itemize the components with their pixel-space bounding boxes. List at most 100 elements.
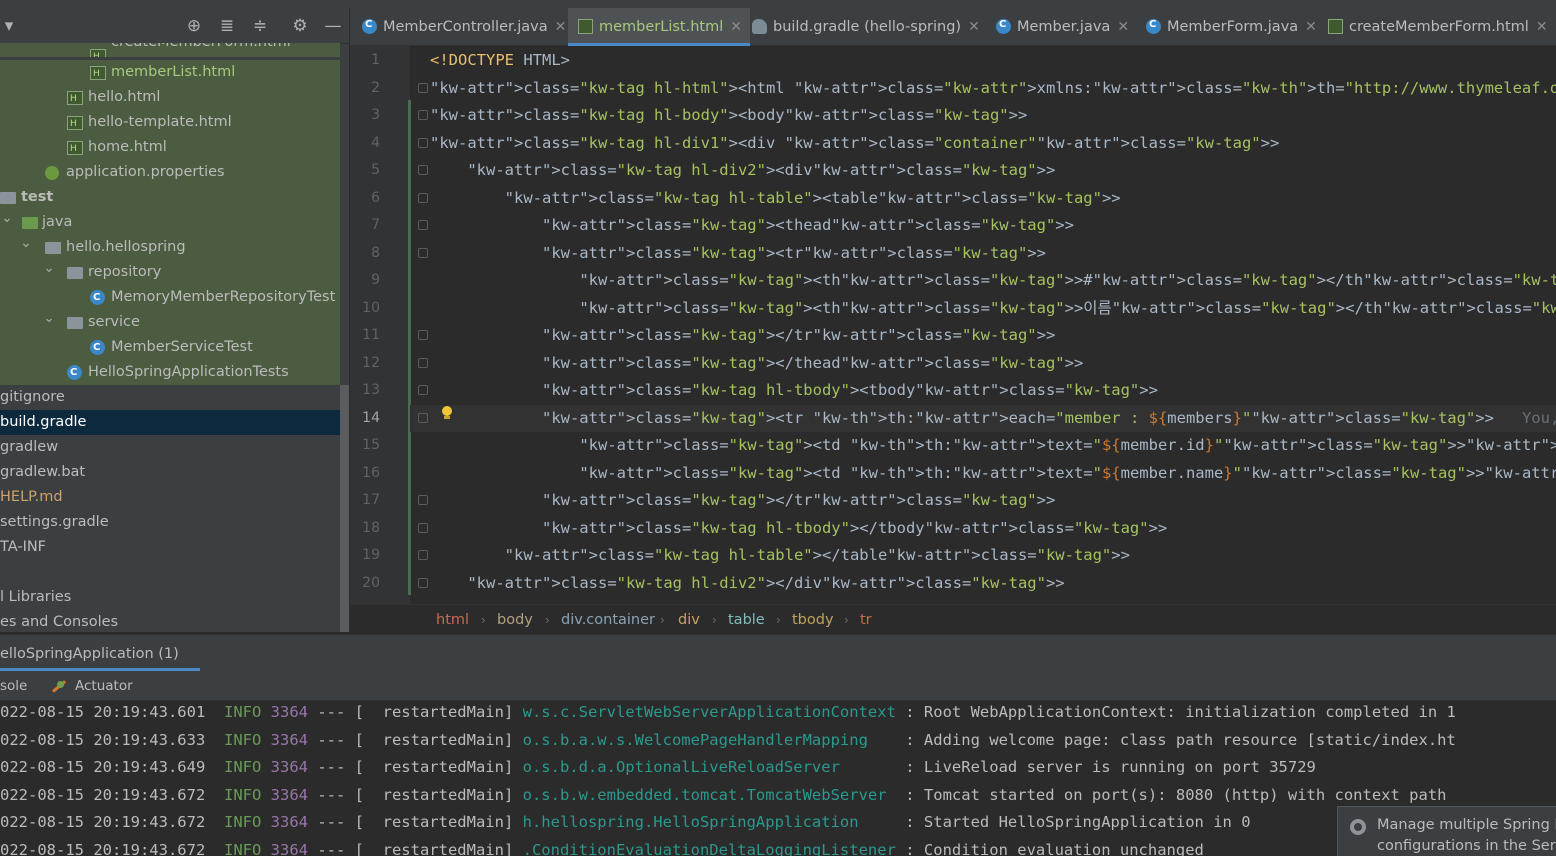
close-icon[interactable]: ✕ xyxy=(1536,19,1548,35)
tab-build-gradle-hello-spring-[interactable]: build.gradle (hello-spring) ✕ xyxy=(752,8,992,46)
chevron-right-icon: › xyxy=(776,613,781,627)
line-number-gutter: 1 2 3 4 5 6 7 8 9 10 11 12 13 14 15 16 17 18 19 20 xyxy=(350,46,410,604)
breadcrumb-item[interactable]: tr xyxy=(860,605,872,635)
fold-marker-icon[interactable] xyxy=(418,357,428,368)
tree-item-label: HelloSpringApplicationTests xyxy=(88,364,289,380)
tree-item[interactable]: MemoryMemberRepositoryTest xyxy=(0,285,340,310)
project-scrollbar[interactable] xyxy=(340,385,349,632)
chevron-down-icon[interactable]: ▾ xyxy=(0,17,18,35)
test-folder-icon xyxy=(22,217,38,229)
chevron-down-icon[interactable]: ⌄ xyxy=(0,210,14,231)
fold-marker-icon[interactable] xyxy=(418,577,428,588)
minimize-icon[interactable]: — xyxy=(324,17,342,35)
fold-marker-icon[interactable] xyxy=(418,192,428,203)
line-number: 15 xyxy=(362,437,380,453)
fold-marker-icon[interactable] xyxy=(418,82,428,93)
breadcrumb-item[interactable]: html xyxy=(436,605,469,635)
tree-item[interactable]: hello.html xyxy=(0,85,340,110)
tree-item-label: java xyxy=(42,214,73,230)
tree-item[interactable]: home.html xyxy=(0,135,340,160)
fold-marker-icon[interactable] xyxy=(418,165,428,175)
tree-item[interactable]: ⌄ hello.hellospring xyxy=(0,235,340,260)
gear-icon[interactable]: ⚙ xyxy=(291,17,309,35)
tree-item-label: MemberServiceTest xyxy=(111,339,253,355)
tree-item[interactable]: ⌄ java xyxy=(0,210,340,235)
tab-label: memberList.html xyxy=(599,19,724,35)
tree-item[interactable]: gitignore xyxy=(0,385,340,410)
fold-marker-icon[interactable] xyxy=(418,330,428,340)
console-output[interactable]: 022-08-15 20:19:43.601 INFO 3364 --- [ r… xyxy=(0,701,1556,856)
collapse-all-icon[interactable]: ≑ xyxy=(251,17,269,35)
tree-item-label: build.gradle xyxy=(0,414,87,430)
fold-marker-icon[interactable] xyxy=(418,137,428,148)
tree-item-label: hello-template.html xyxy=(88,114,232,130)
tree-item[interactable]: memberList.html xyxy=(0,60,340,85)
tab-member-java[interactable]: Member.java ✕ xyxy=(996,8,1144,46)
notification-balloon[interactable]: Manage multiple Spring B configurations … xyxy=(1337,806,1556,856)
code-editor[interactable]: 1 2 3 4 5 6 7 8 9 10 11 12 13 14 15 16 17 18 19 20 <!DOCTYP… xyxy=(350,46,1556,604)
tree-item[interactable]: l Libraries xyxy=(0,585,340,610)
tab-actuator[interactable]: Actuator xyxy=(75,671,133,701)
close-icon[interactable]: ✕ xyxy=(730,19,742,35)
fold-marker-icon[interactable] xyxy=(418,385,428,395)
breadcrumb-item[interactable]: div xyxy=(678,605,700,635)
tree-item[interactable]: gradlew.bat xyxy=(0,460,340,485)
tree-item[interactable]: TA-INF xyxy=(0,535,340,560)
run-config-tab[interactable]: elloSpringApplication (1) ✕ xyxy=(0,635,200,700)
chevron-right-icon: › xyxy=(660,613,665,627)
tree-item[interactable]: HELP.md xyxy=(0,485,340,510)
chevron-down-icon[interactable]: ⌄ xyxy=(42,260,56,281)
locate-icon[interactable]: ⊕ xyxy=(185,17,203,35)
html-file-icon xyxy=(90,62,106,85)
tab-creatememberform-html[interactable]: createMemberForm.html ✕ xyxy=(1328,8,1548,46)
code-line: "kw-attr">class="kw-tag hl-body"><body"k… xyxy=(430,106,1028,124)
tree-item-label: settings.gradle xyxy=(0,514,109,530)
tree-item[interactable]: settings.gradle xyxy=(0,510,340,535)
tree-item[interactable]: gradlew xyxy=(0,435,340,460)
lightbulb-icon[interactable] xyxy=(441,406,453,420)
tree-item[interactable]: build.gradle xyxy=(0,410,340,435)
fold-marker-icon[interactable] xyxy=(418,550,428,560)
chevron-down-icon[interactable]: ⌄ xyxy=(19,235,33,256)
close-icon[interactable]: ✕ xyxy=(1305,19,1317,35)
fold-marker-icon[interactable] xyxy=(418,110,428,120)
tree-item[interactable]: es and Consoles xyxy=(0,610,340,632)
properties-file-icon xyxy=(45,166,59,180)
chevron-down-icon[interactable]: ⌄ xyxy=(42,310,56,331)
fold-marker-icon[interactable] xyxy=(418,412,428,423)
tab-memberform-java[interactable]: MemberForm.java ✕ xyxy=(1146,8,1326,46)
tree-item[interactable]: ⌄ repository xyxy=(0,260,340,285)
log-line: 022-08-15 20:19:43.633 INFO 3364 --- [ r… xyxy=(0,730,1456,749)
breadcrumb-item[interactable]: table xyxy=(728,605,765,635)
fold-marker-icon[interactable] xyxy=(418,522,428,533)
breadcrumb-item[interactable]: div.container xyxy=(561,605,655,635)
close-icon[interactable]: ✕ xyxy=(1117,19,1129,35)
tree-item[interactable]: createMemberForm.html xyxy=(0,43,340,57)
tree-item-label: repository xyxy=(88,264,162,280)
code-area[interactable]: <!DOCTYPE HTML> "kw-attr">class="kw-tag h… xyxy=(410,46,1556,604)
close-icon[interactable]: ✕ xyxy=(968,19,980,35)
tab-label: MemberController.java xyxy=(383,19,548,35)
tree-item[interactable]: ⌄ service xyxy=(0,310,340,335)
tree-item[interactable] xyxy=(0,560,340,585)
fold-marker-icon[interactable] xyxy=(418,220,428,230)
tab-console[interactable]: sole xyxy=(0,671,27,701)
tree-item[interactable]: application.properties xyxy=(0,160,340,185)
java-class-icon xyxy=(67,360,82,385)
expand-all-icon[interactable]: ≣ xyxy=(218,17,236,35)
close-icon[interactable]: ✕ xyxy=(555,19,567,35)
line-number: 3 xyxy=(371,107,380,123)
fold-marker-icon[interactable] xyxy=(418,247,428,258)
breadcrumb-item[interactable]: body xyxy=(497,605,533,635)
tab-membercontroller-java[interactable]: MemberController.java ✕ xyxy=(362,8,568,46)
tree-item[interactable]: MemberServiceTest xyxy=(0,335,340,360)
package-icon xyxy=(67,317,83,329)
breadcrumb-item[interactable]: tbody xyxy=(792,605,834,635)
tab-memberlist-html[interactable]: memberList.html ✕ xyxy=(568,8,750,46)
html-file-icon xyxy=(67,137,83,160)
code-line: "kw-attr">class="kw-tag hl-tbody"></tbod… xyxy=(541,518,1168,537)
tree-item[interactable]: test xyxy=(0,185,340,210)
tree-item[interactable]: HelloSpringApplicationTests xyxy=(0,360,340,385)
fold-marker-icon[interactable] xyxy=(418,495,428,505)
tree-item[interactable]: hello-template.html xyxy=(0,110,340,135)
